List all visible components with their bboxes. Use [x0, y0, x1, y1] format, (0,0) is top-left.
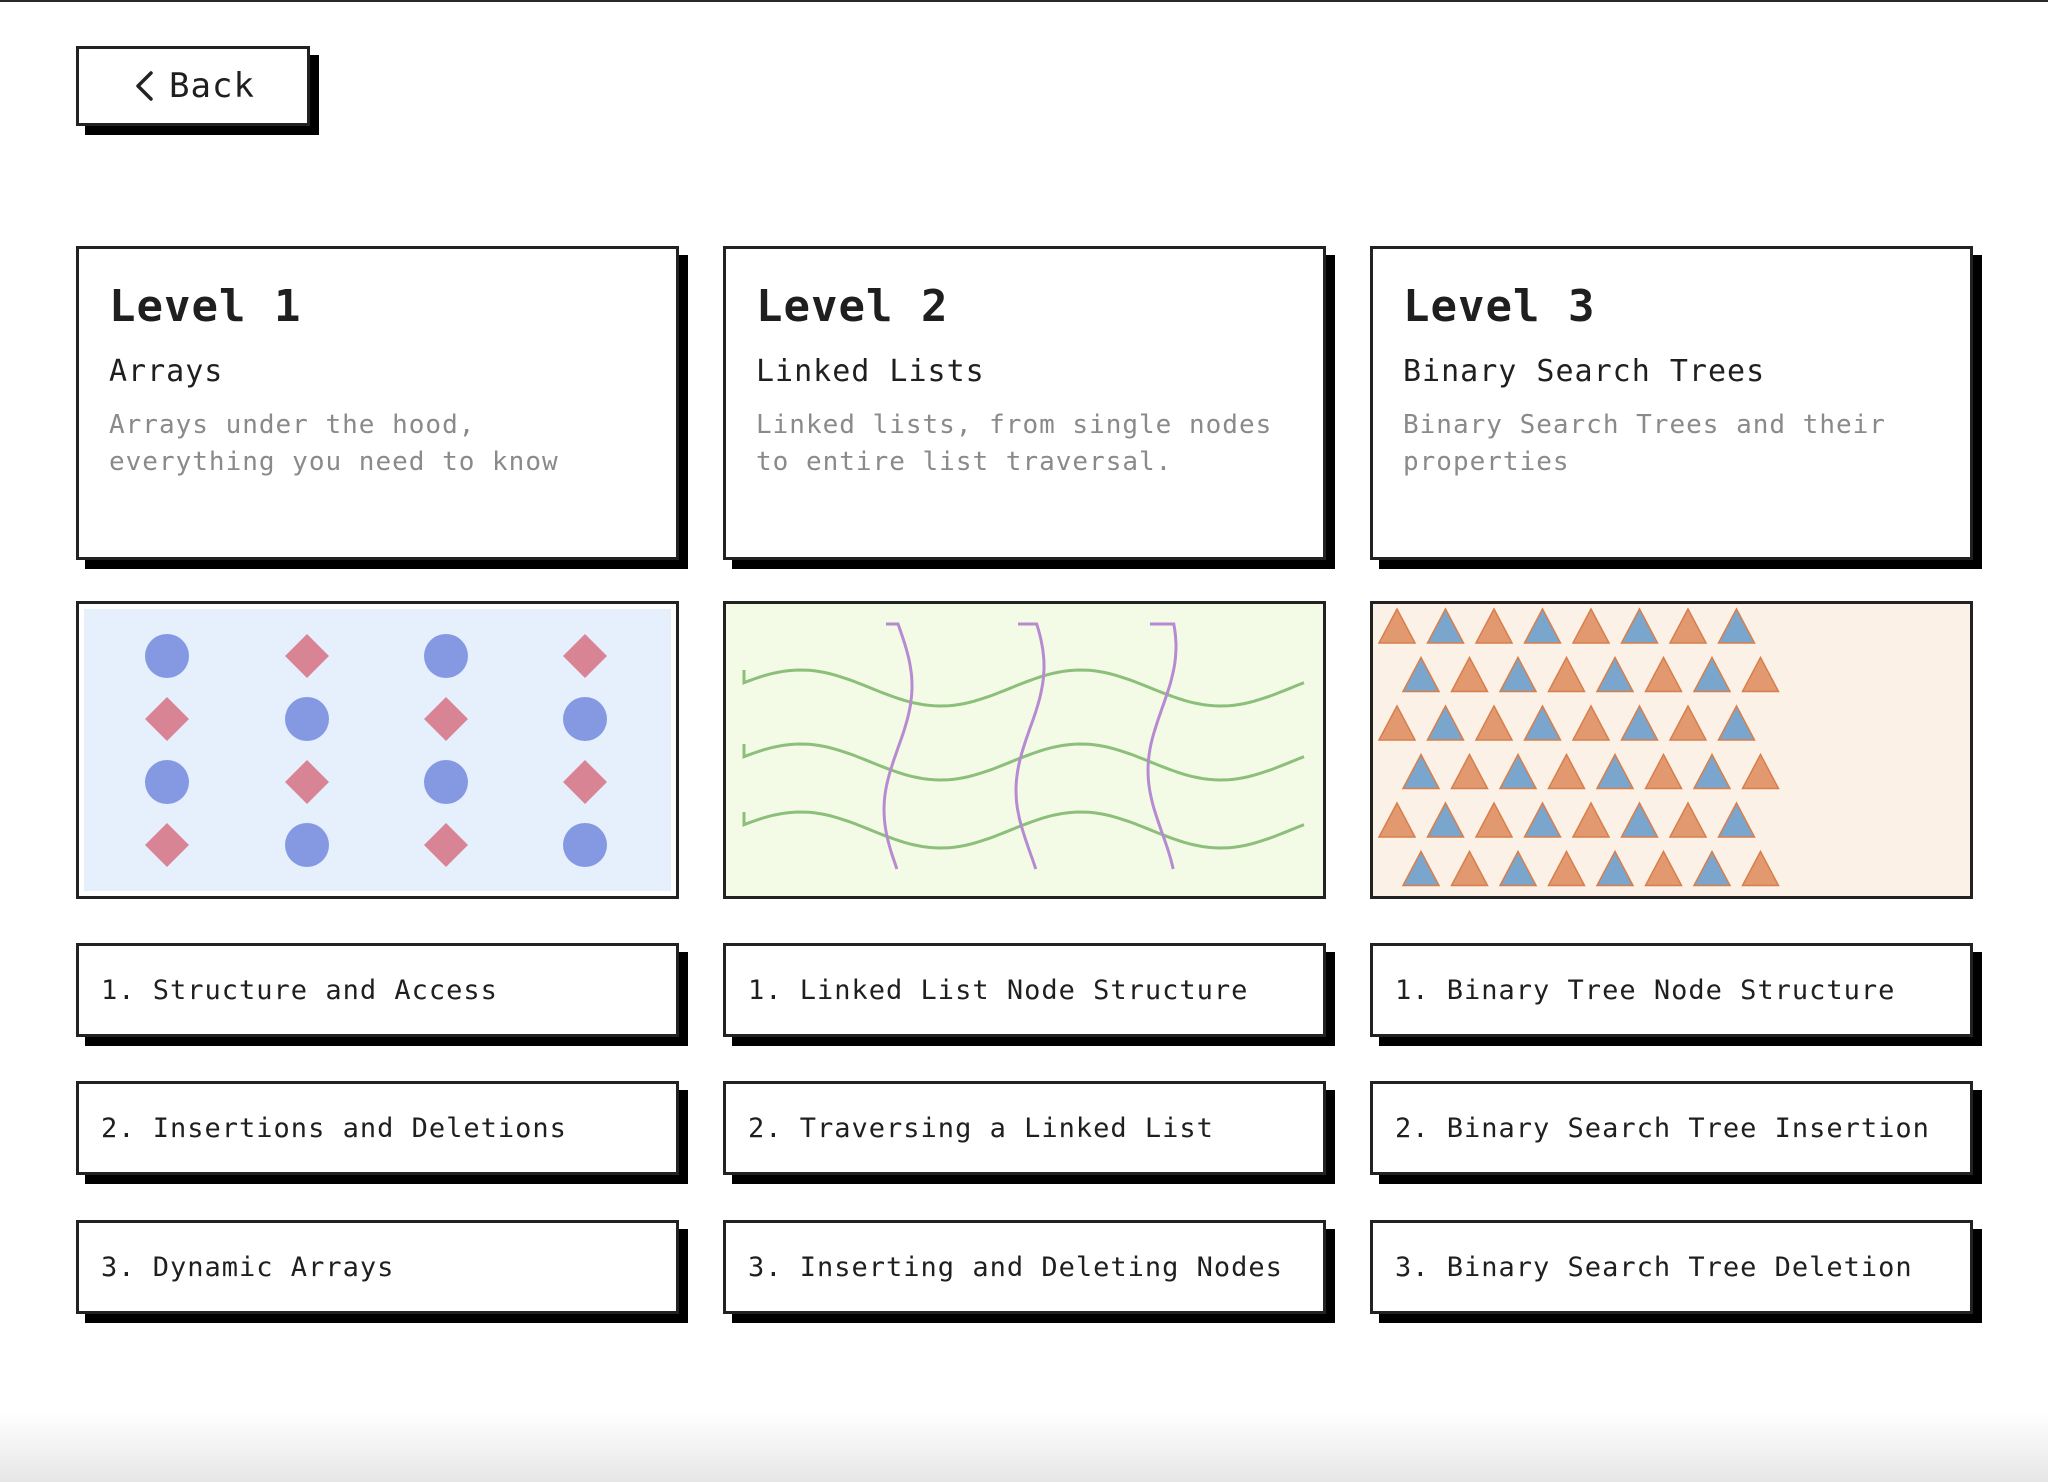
level-card-1[interactable]: Level 1 Arrays Arrays under the hood, ev…	[76, 246, 679, 560]
circle-shape	[563, 697, 607, 741]
chevron-left-icon	[136, 71, 153, 101]
lesson-item[interactable]: 3. Binary Search Tree Deletion	[1370, 1220, 1973, 1314]
lesson-item[interactable]: 3. Inserting and Deleting Nodes	[723, 1220, 1326, 1314]
woven-waves-pattern	[726, 604, 1323, 896]
circle-shape	[424, 634, 468, 678]
lesson-label: 1. Binary Tree Node Structure	[1395, 974, 1896, 1006]
linked-lists-illustration	[723, 601, 1326, 899]
back-button-label: Back	[169, 66, 255, 106]
lesson-item[interactable]: 1. Linked List Node Structure	[723, 943, 1326, 1037]
art-background	[726, 604, 1323, 896]
circle-shape	[285, 823, 329, 867]
lesson-item[interactable]: 2. Traversing a Linked List	[723, 1081, 1326, 1175]
back-button[interactable]: Back	[76, 46, 310, 126]
level-description: Linked lists, from single nodes to entir…	[756, 410, 1273, 477]
circle-shape	[145, 634, 189, 678]
lesson-label: 1. Linked List Node Structure	[748, 974, 1249, 1006]
level-topic: Binary Search Trees	[1403, 354, 1766, 389]
lesson-item[interactable]: 2. Binary Search Tree Insertion	[1370, 1081, 1973, 1175]
window-bottom-edge	[0, 1412, 2048, 1482]
level-title: Level 1	[109, 281, 302, 332]
lesson-label: 3. Dynamic Arrays	[101, 1251, 395, 1283]
level-description: Binary Search Trees and their properties	[1403, 410, 1886, 477]
level-card-3[interactable]: Level 3 Binary Search Trees Binary Searc…	[1370, 246, 1973, 560]
lesson-label: 2. Insertions and Deletions	[101, 1112, 567, 1144]
level-title: Level 2	[756, 281, 949, 332]
circles-diamonds-pattern	[84, 609, 671, 891]
art-background	[1373, 604, 1970, 896]
lesson-label: 2. Traversing a Linked List	[748, 1112, 1214, 1144]
lesson-label: 3. Binary Search Tree Deletion	[1395, 1251, 1913, 1283]
window-top-edge	[0, 0, 2048, 2]
level-card-2[interactable]: Level 2 Linked Lists Linked lists, from …	[723, 246, 1326, 560]
level-description: Arrays under the hood, everything you ne…	[109, 410, 559, 477]
level-topic: Arrays	[109, 354, 224, 389]
circle-shape	[563, 823, 607, 867]
circle-shape	[285, 697, 329, 741]
lesson-label: 3. Inserting and Deleting Nodes	[748, 1251, 1283, 1283]
arrays-illustration	[76, 601, 679, 899]
lesson-label: 1. Structure and Access	[101, 974, 498, 1006]
lesson-item[interactable]: 2. Insertions and Deletions	[76, 1081, 679, 1175]
triangle-grid-pattern	[1373, 604, 1970, 896]
bst-illustration	[1370, 601, 1973, 899]
circle-shape	[145, 760, 189, 804]
lesson-item[interactable]: 1. Binary Tree Node Structure	[1370, 943, 1973, 1037]
lesson-item[interactable]: 1. Structure and Access	[76, 943, 679, 1037]
circle-shape	[424, 760, 468, 804]
lesson-item[interactable]: 3. Dynamic Arrays	[76, 1220, 679, 1314]
lesson-label: 2. Binary Search Tree Insertion	[1395, 1112, 1930, 1144]
level-title: Level 3	[1403, 281, 1596, 332]
level-topic: Linked Lists	[756, 354, 985, 389]
